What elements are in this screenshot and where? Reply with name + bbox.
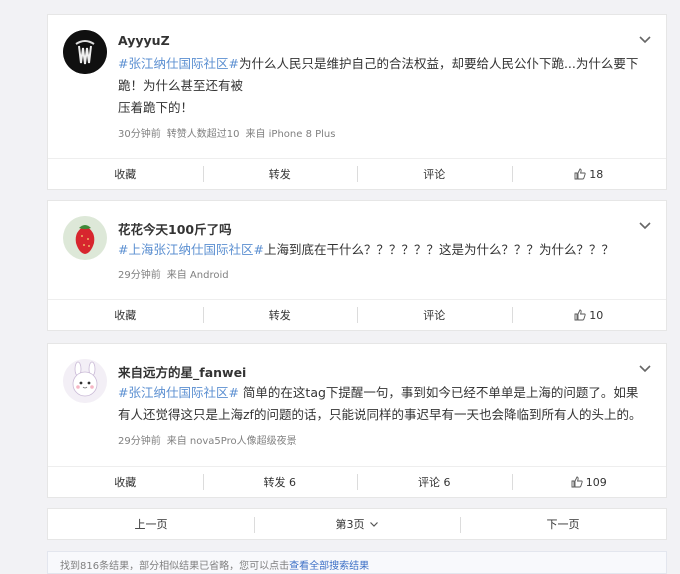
post-time[interactable]: 30分钟前	[118, 129, 161, 140]
view-all-results-link[interactable]: 查看全部搜索结果	[289, 561, 369, 572]
like-count: 18	[589, 167, 604, 181]
post-time[interactable]: 29分钟前	[118, 270, 161, 281]
post-card-3: 来自远方的星_fanwei #张江纳仕国际社区# 简单的在这tag下提醒一句，事…	[47, 343, 667, 498]
post-text: #上海张江纳仕国际社区#上海到底在干什么？？？？？？这是为什么？？？为什么？？？	[118, 239, 654, 261]
post-meta: 30分钟前 转赞人数超过10 来自 iPhone 8 Plus	[118, 125, 341, 140]
comment-button[interactable]: 评论	[357, 159, 512, 189]
page-select-dropdown[interactable]: 第3页	[254, 509, 460, 539]
like-count: 10	[589, 308, 604, 322]
post-card-2: 花花今天100斤了吗 #上海张江纳仕国际社区#上海到底在干什么？？？？？？这是为…	[47, 200, 667, 331]
post-text-line2: 有人还觉得这只是上海zf的问题的话，只能说同样的事迟早有一天也会降临到所有人的头…	[118, 407, 642, 422]
post-text: #张江纳仕国际社区# 简单的在这tag下提醒一句，事到如今已经不单单是上海的问题…	[118, 382, 654, 426]
chevron-down-icon[interactable]	[638, 362, 652, 374]
post-source: 来自 nova5Pro人像超级夜景	[166, 436, 297, 447]
current-page-label: 第3页	[335, 518, 365, 531]
thumbs-up-icon	[571, 476, 583, 488]
collect-button[interactable]: 收藏	[48, 159, 203, 189]
repost-button[interactable]: 转发	[202, 159, 358, 189]
post-meta: 29分钟前 来自 nova5Pro人像超级夜景	[118, 432, 303, 447]
pagination: 上一页 第3页 下一页	[47, 508, 667, 540]
post-text-line1: 简单的在这tag下提醒一句，事到如今已经不单单是上海的问题了。如果	[238, 385, 639, 400]
post-meta: 29分钟前 来自 Android	[118, 266, 235, 281]
action-bar: 收藏 转发 评论 10	[48, 299, 666, 330]
collect-button[interactable]: 收藏	[48, 300, 203, 330]
chevron-down-icon[interactable]	[638, 33, 652, 45]
username[interactable]: 来自远方的星_fanwei	[118, 362, 246, 381]
like-button[interactable]: 109	[511, 467, 667, 497]
post-text: #张江纳仕国际社区#为什么人民只是维护自己的合法权益，却要给人民公仆下跪...为…	[118, 53, 654, 119]
thumbs-up-icon	[574, 168, 586, 180]
action-bar: 收藏 转发 6 评论 6 109	[48, 466, 666, 497]
repost-button[interactable]: 转发	[202, 300, 358, 330]
comment-button[interactable]: 评论 6	[357, 467, 512, 497]
post-repost-note: 转赞人数超过10	[166, 129, 240, 140]
next-page-button[interactable]: 下一页	[460, 509, 666, 539]
avatar[interactable]	[63, 30, 107, 74]
hashtag-link[interactable]: #张江纳仕国际社区#	[118, 385, 239, 400]
username[interactable]: 花花今天100斤了吗	[118, 219, 232, 238]
prev-page-button[interactable]: 上一页	[48, 509, 254, 539]
action-bar: 收藏 转发 评论 18	[48, 158, 666, 189]
hashtag-link[interactable]: #上海张江纳仕国际社区#	[118, 242, 264, 257]
post-text-line1: 上海到底在干什么？？？？？？这是为什么？？？为什么？？？	[263, 242, 614, 257]
like-button[interactable]: 10	[511, 300, 667, 330]
notice-text: 找到816条结果，部分相似结果已省略，您可以点击	[60, 561, 290, 572]
search-result-notice: 找到816条结果，部分相似结果已省略，您可以点击查看全部搜索结果	[47, 551, 667, 574]
post-card-1: AyyyuZ #张江纳仕国际社区#为什么人民只是维护自己的合法权益，却要给人民公…	[47, 14, 667, 190]
repost-button[interactable]: 转发 6	[202, 467, 358, 497]
post-source: 来自 iPhone 8 Plus	[245, 129, 336, 140]
avatar[interactable]	[63, 216, 107, 260]
hashtag-link[interactable]: #张江纳仕国际社区#	[118, 56, 239, 71]
like-button[interactable]: 18	[511, 159, 667, 189]
chevron-down-icon	[369, 522, 378, 527]
like-count: 109	[585, 475, 607, 489]
chevron-down-icon[interactable]	[638, 219, 652, 231]
post-text-line2: 压着跪下的！	[118, 100, 194, 115]
comment-button[interactable]: 评论	[357, 300, 512, 330]
collect-button[interactable]: 收藏	[48, 467, 203, 497]
post-source: 来自 Android	[166, 270, 229, 281]
post-time[interactable]: 29分钟前	[118, 436, 161, 447]
thumbs-up-icon	[574, 309, 586, 321]
avatar[interactable]	[63, 359, 107, 403]
username[interactable]: AyyyuZ	[118, 33, 170, 48]
